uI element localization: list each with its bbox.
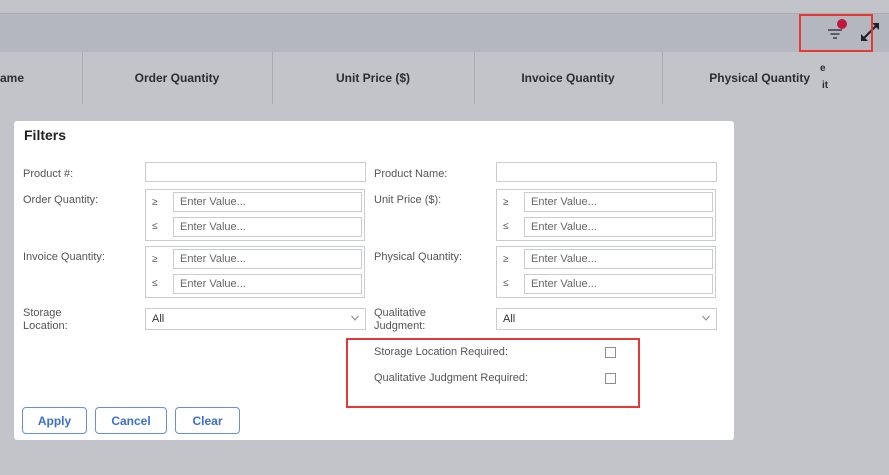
storage-location-label-line1: Storage: [23, 307, 62, 319]
invoice-quantity-label: Invoice Quantity:: [23, 251, 105, 263]
product-number-label: Product #:: [23, 168, 74, 180]
invoice-quantity-min-input[interactable]: Enter Value...: [173, 249, 362, 269]
column-header-physical-quantity[interactable]: Physical Quantity: [662, 52, 810, 104]
filters-title: Filters: [24, 127, 67, 143]
physical-quantity-max-input[interactable]: Enter Value...: [524, 274, 713, 294]
less-equal-operator: ≤: [152, 221, 158, 232]
storage-location-value: All: [152, 313, 165, 325]
column-header-unit-price[interactable]: Unit Price ($): [272, 52, 474, 104]
order-quantity-max-input[interactable]: Enter Value...: [173, 217, 362, 237]
apply-button[interactable]: Apply: [22, 407, 87, 434]
filters-panel: Filters Product #: Product Name: Order Q…: [14, 121, 734, 440]
invoice-quantity-max-input[interactable]: Enter Value...: [173, 274, 362, 294]
table-toolbar: [0, 14, 889, 52]
product-name-input[interactable]: [496, 162, 717, 182]
unit-price-max-input[interactable]: Enter Value...: [524, 217, 713, 237]
unit-price-min-input[interactable]: Enter Value...: [524, 192, 713, 212]
table-header: ame Order Quantity Unit Price ($) Invoic…: [0, 52, 889, 104]
column-header-product-name[interactable]: ame: [0, 52, 40, 104]
highlight-annotation-toolbar: [799, 14, 873, 52]
less-equal-operator: ≤: [503, 278, 509, 289]
greater-equal-operator: ≥: [503, 254, 509, 265]
order-quantity-label: Order Quantity:: [23, 194, 99, 206]
qualitative-judgment-label-line1: Qualitative: [374, 307, 426, 319]
greater-equal-operator: ≥: [152, 197, 158, 208]
storage-location-label: Storage Location:: [23, 307, 68, 333]
chevron-down-icon: [351, 315, 359, 321]
column-header-clipped: it: [822, 80, 829, 91]
less-equal-operator: ≤: [152, 278, 158, 289]
storage-location-label-line2: Location:: [23, 320, 68, 332]
qualitative-judgment-label-line2: Judgment:: [374, 320, 426, 332]
cancel-button[interactable]: Cancel: [95, 407, 167, 434]
invoice-quantity-range: ≥ Enter Value... ≤ Enter Value...: [145, 246, 365, 298]
qualitative-judgment-label: Qualitative Judgment:: [374, 307, 426, 333]
column-header-clipped: e: [820, 63, 826, 74]
greater-equal-operator: ≥: [152, 254, 158, 265]
storage-location-select[interactable]: All: [145, 308, 366, 330]
greater-equal-operator: ≥: [503, 197, 509, 208]
unit-price-range: ≥ Enter Value... ≤ Enter Value...: [496, 189, 716, 241]
unit-price-label: Unit Price ($):: [374, 194, 442, 206]
product-number-input[interactable]: [145, 162, 366, 182]
physical-quantity-label: Physical Quantity:: [374, 251, 463, 263]
physical-quantity-range: ≥ Enter Value... ≤ Enter Value...: [496, 246, 716, 298]
highlight-annotation-checkboxes: [346, 338, 640, 408]
clear-button[interactable]: Clear: [175, 407, 240, 434]
order-quantity-range: ≥ Enter Value... ≤ Enter Value...: [145, 189, 365, 241]
order-quantity-min-input[interactable]: Enter Value...: [173, 192, 362, 212]
qualitative-judgment-select[interactable]: All: [496, 308, 717, 330]
less-equal-operator: ≤: [503, 221, 509, 232]
column-header-invoice-quantity[interactable]: Invoice Quantity: [474, 52, 662, 104]
chevron-down-icon: [702, 315, 710, 321]
physical-quantity-min-input[interactable]: Enter Value...: [524, 249, 713, 269]
qualitative-judgment-value: All: [503, 313, 516, 325]
product-name-label: Product Name:: [374, 168, 448, 180]
column-header-order-quantity[interactable]: Order Quantity: [82, 52, 272, 104]
